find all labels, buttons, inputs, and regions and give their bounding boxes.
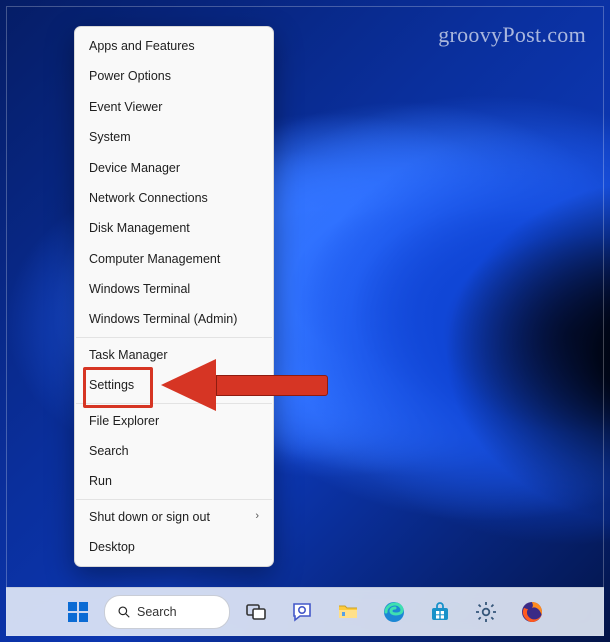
taskbar: Search — [6, 587, 604, 636]
menu-item-network-connections[interactable]: Network Connections — [75, 183, 273, 213]
menu-item-search[interactable]: Search — [75, 436, 273, 466]
menu-separator — [76, 403, 272, 404]
start-button[interactable] — [58, 592, 98, 632]
menu-item-label: Run — [89, 474, 112, 488]
menu-item-label: Disk Management — [89, 221, 190, 235]
menu-item-shut-down-or-sign-out[interactable]: Shut down or sign out › — [75, 502, 273, 532]
menu-item-label: Task Manager — [89, 348, 168, 362]
menu-item-device-manager[interactable]: Device Manager — [75, 153, 273, 183]
menu-item-desktop[interactable]: Desktop — [75, 532, 273, 562]
menu-item-label: Computer Management — [89, 252, 220, 266]
menu-item-label: Network Connections — [89, 191, 208, 205]
menu-item-task-manager[interactable]: Task Manager — [75, 340, 273, 370]
menu-item-label: Power Options — [89, 69, 171, 83]
menu-item-apps-and-features[interactable]: Apps and Features — [75, 31, 273, 61]
taskbar-search[interactable]: Search — [104, 595, 230, 629]
store-button[interactable] — [420, 592, 460, 632]
menu-item-label: Device Manager — [89, 161, 180, 175]
menu-item-label: Windows Terminal — [89, 282, 190, 296]
firefox-icon — [520, 600, 544, 624]
file-explorer-button[interactable] — [328, 592, 368, 632]
winx-context-menu: Apps and Features Power Options Event View… — [74, 26, 274, 567]
folder-icon — [336, 600, 360, 624]
gear-icon — [474, 600, 498, 624]
menu-item-label: Event Viewer — [89, 100, 162, 114]
menu-item-label: Settings — [89, 378, 134, 392]
menu-item-label: Shut down or sign out — [89, 510, 210, 524]
menu-item-label: Windows Terminal (Admin) — [89, 312, 237, 326]
menu-item-label: Search — [89, 444, 129, 458]
chat-button[interactable] — [282, 592, 322, 632]
menu-item-file-explorer[interactable]: File Explorer — [75, 406, 273, 436]
menu-item-computer-management[interactable]: Computer Management — [75, 244, 273, 274]
task-view-button[interactable] — [236, 592, 276, 632]
menu-item-windows-terminal-admin[interactable]: Windows Terminal (Admin) — [75, 304, 273, 334]
search-icon — [117, 605, 131, 619]
menu-item-power-options[interactable]: Power Options — [75, 61, 273, 91]
menu-item-system[interactable]: System — [75, 122, 273, 152]
search-label: Search — [137, 605, 177, 619]
firefox-button[interactable] — [512, 592, 552, 632]
chevron-right-icon: › — [255, 510, 259, 523]
menu-item-run[interactable]: Run — [75, 466, 273, 496]
menu-separator — [76, 337, 272, 338]
menu-item-label: File Explorer — [89, 414, 159, 428]
menu-separator — [76, 499, 272, 500]
store-icon — [428, 600, 452, 624]
windows-icon — [66, 600, 90, 624]
edge-button[interactable] — [374, 592, 414, 632]
edge-icon — [382, 600, 406, 624]
chat-icon — [290, 600, 314, 624]
menu-item-settings[interactable]: Settings — [75, 370, 273, 400]
watermark-text: groovyPost.com — [438, 22, 586, 48]
menu-item-label: Desktop — [89, 540, 135, 554]
settings-button[interactable] — [466, 592, 506, 632]
menu-item-label: System — [89, 130, 131, 144]
menu-item-disk-management[interactable]: Disk Management — [75, 213, 273, 243]
menu-item-label: Apps and Features — [89, 39, 195, 53]
menu-item-event-viewer[interactable]: Event Viewer — [75, 92, 273, 122]
menu-item-windows-terminal[interactable]: Windows Terminal — [75, 274, 273, 304]
task-view-icon — [244, 600, 268, 624]
